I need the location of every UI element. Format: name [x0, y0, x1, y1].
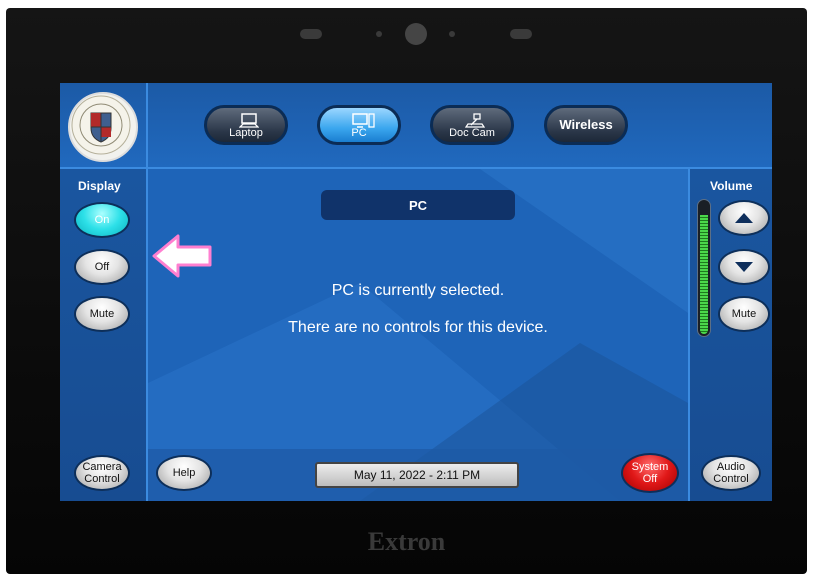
source-button-doc-cam[interactable]: Doc Cam — [430, 105, 514, 145]
source-label: Wireless — [559, 117, 613, 132]
volume-up-button[interactable] — [718, 200, 770, 236]
left-arrow-pointer-icon — [152, 234, 212, 278]
source-button-pc[interactable]: PC — [317, 105, 401, 145]
button-label: Control — [84, 473, 120, 485]
sensor-slot — [510, 29, 532, 39]
source-bar: Laptop PC Doc Cam Wireless — [60, 83, 772, 169]
source-title: PC — [321, 190, 515, 220]
source-label: Doc Cam — [449, 127, 495, 139]
camera-lens — [405, 23, 427, 45]
sensor-slot — [300, 29, 322, 39]
display-off-button[interactable]: Off — [74, 249, 130, 285]
button-label: Off — [642, 473, 658, 485]
volume-meter — [697, 199, 711, 337]
button-label: System — [631, 461, 669, 473]
university-seal-logo — [68, 92, 138, 162]
display-label: Display — [78, 179, 121, 193]
source-label: Laptop — [229, 127, 263, 139]
logo-cell — [60, 83, 148, 167]
volume-level-fill — [700, 215, 708, 334]
button-label: Mute — [89, 308, 115, 320]
status-message: PC is currently selected. — [331, 282, 505, 299]
button-label: On — [94, 214, 110, 226]
source-button-laptop[interactable]: Laptop — [204, 105, 288, 145]
touch-screen: Laptop PC Doc Cam Wireless Display On Of… — [60, 83, 772, 501]
button-label: Camera — [82, 461, 122, 473]
camera-control-button[interactable]: Camera Control — [74, 455, 130, 491]
brand-logo: Extron — [367, 527, 446, 556]
button-label: Help — [172, 467, 196, 479]
button-label: Off — [94, 261, 110, 273]
source-button-wireless[interactable]: Wireless — [544, 105, 628, 145]
sensor-dot — [449, 31, 455, 37]
button-label: Audio — [716, 461, 746, 473]
triangle-up-icon — [735, 213, 753, 223]
button-label: Control — [713, 473, 749, 485]
status-message: There are no controls for this device. — [288, 319, 548, 336]
date-time-display: May 11, 2022 - 2:11 PM — [315, 462, 519, 488]
display-on-button[interactable]: On — [74, 202, 130, 238]
system-off-button[interactable]: System Off — [621, 453, 679, 493]
button-label: Mute — [731, 308, 757, 320]
display-mute-button[interactable]: Mute — [74, 296, 130, 332]
audio-control-button[interactable]: Audio Control — [701, 455, 761, 491]
volume-label: Volume — [710, 179, 753, 193]
sensor-dot — [376, 31, 382, 37]
volume-down-button[interactable] — [718, 249, 770, 285]
help-button[interactable]: Help — [156, 455, 212, 491]
source-label: PC — [351, 127, 367, 139]
triangle-down-icon — [735, 262, 753, 272]
volume-mute-button[interactable]: Mute — [718, 296, 770, 332]
